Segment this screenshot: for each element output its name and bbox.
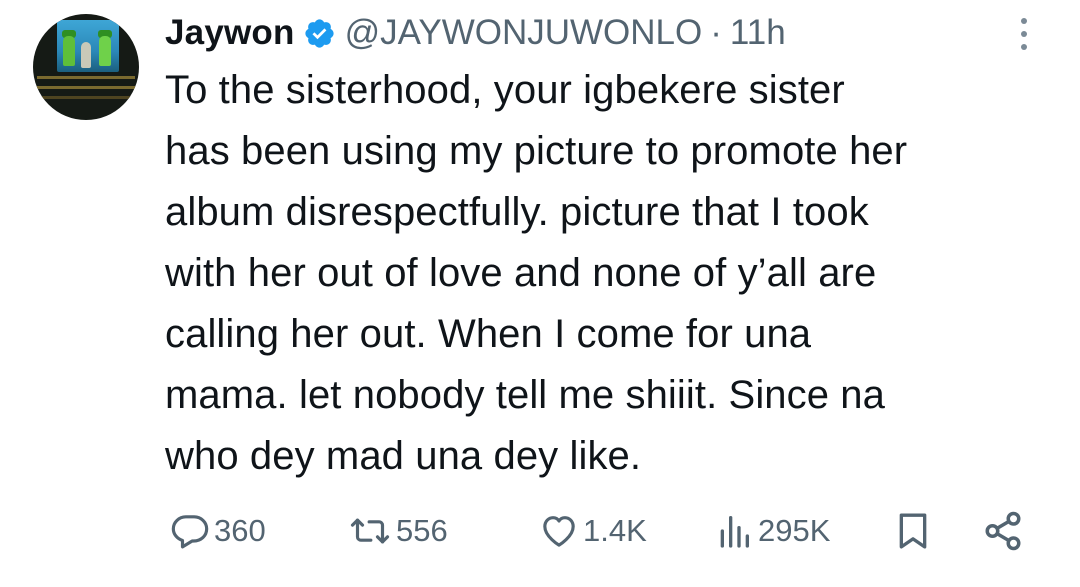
separator-dot: · (710, 13, 722, 52)
bookmark-button[interactable] (893, 505, 933, 557)
author-handle[interactable]: @JAYWONJUWONLO (345, 13, 703, 53)
repost-icon (346, 511, 394, 551)
tweet-line: album disrespectfully. picture that I to… (165, 190, 869, 234)
verified-badge-icon (303, 17, 336, 50)
tweet-line: To the sisterhood, your igbekere sister (165, 68, 845, 112)
tweet-line: who dey mad una dey like. (165, 434, 642, 478)
author-name[interactable]: Jaywon (165, 13, 295, 53)
tweet-line: has been using my picture to promote her (165, 129, 908, 173)
share-button[interactable] (982, 505, 1024, 557)
bookmark-icon (893, 510, 933, 552)
tweet-text: To the sisterhood, your igbekere sister … (165, 60, 1065, 487)
reply-count: 360 (214, 513, 266, 548)
action-bar: 360 556 1.4K 295K (0, 505, 1080, 557)
heart-icon (537, 511, 581, 551)
views-button[interactable]: 295K (712, 505, 830, 557)
views-chart-icon (712, 511, 756, 551)
tweet-line: with her out of love and none of y’all a… (165, 251, 877, 295)
reply-button[interactable]: 360 (168, 505, 266, 557)
more-vertical-icon[interactable] (1012, 14, 1036, 54)
views-count: 295K (758, 513, 831, 548)
tweet-line: mama. let nobody tell me shiiit. Since n… (165, 373, 885, 417)
repost-button[interactable]: 556 (346, 505, 448, 557)
timestamp[interactable]: 11h (730, 13, 786, 53)
avatar[interactable] (33, 14, 139, 120)
tweet-header: Jaywon @JAYWONJUWONLO · 11h (165, 12, 786, 54)
like-count: 1.4K (583, 513, 647, 548)
tweet: Jaywon @JAYWONJUWONLO · 11h To the siste… (0, 0, 1080, 587)
repost-count: 556 (396, 513, 448, 548)
reply-icon (168, 511, 212, 551)
share-icon (982, 510, 1024, 552)
like-button[interactable]: 1.4K (537, 505, 647, 557)
tweet-line: calling her out. When I come for una (165, 312, 812, 356)
